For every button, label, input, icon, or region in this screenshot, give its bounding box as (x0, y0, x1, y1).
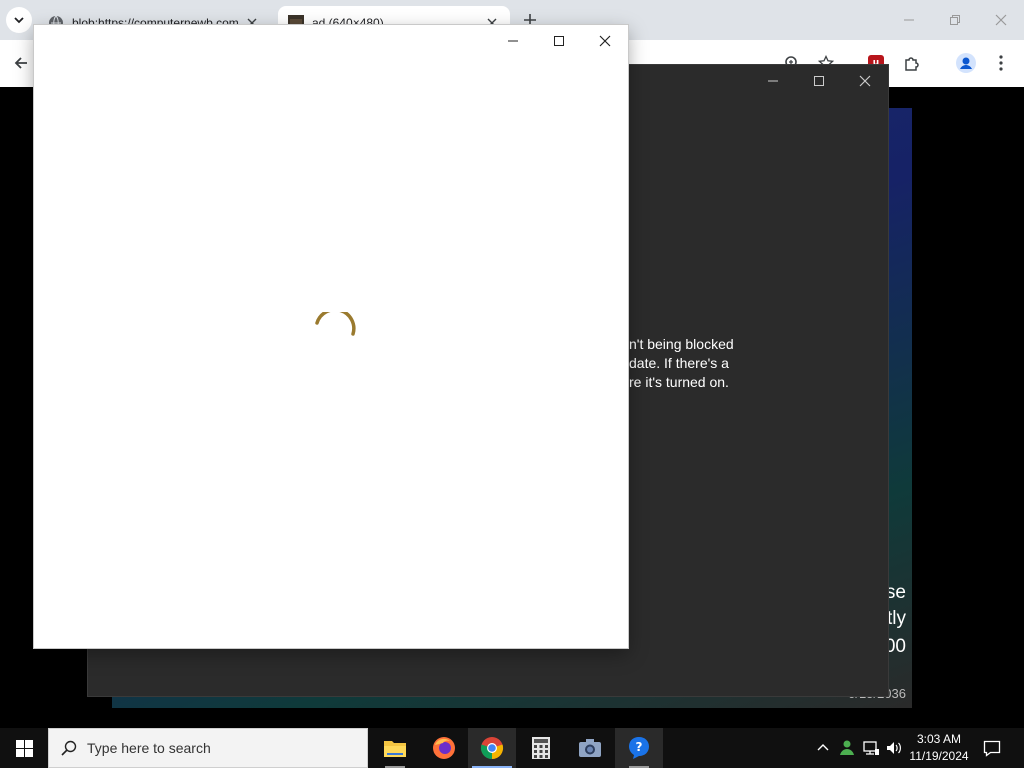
dialog-close-button[interactable] (842, 65, 888, 97)
clock-date: 11/19/2024 (909, 749, 969, 763)
people-sync-icon (840, 740, 854, 755)
dialog-message-line: n't being blocked (629, 336, 734, 352)
popup-maximize-button[interactable] (536, 25, 582, 57)
calculator-icon (532, 737, 550, 759)
windows-logo-icon (15, 739, 33, 757)
profile-button[interactable] (953, 50, 979, 76)
taskbar-search-box[interactable]: Type here to search (48, 728, 368, 768)
puzzle-icon (905, 57, 919, 71)
arrow-left-icon (14, 57, 27, 69)
dialog-minimize-button[interactable] (750, 65, 796, 97)
close-icon (599, 35, 611, 47)
camera-icon (579, 739, 601, 757)
popup-window (34, 25, 628, 648)
show-hidden-icons-button[interactable] (813, 738, 833, 758)
browser-restore-button[interactable] (932, 0, 978, 40)
browser-menu-button[interactable] (988, 50, 1014, 76)
browser-minimize-button[interactable] (886, 0, 932, 40)
tray-volume[interactable] (884, 738, 904, 758)
restore-icon (950, 15, 960, 25)
folder-icon (384, 741, 406, 757)
dialog-message-line: re it's turned on. (629, 374, 729, 390)
svg-text:?: ? (636, 740, 643, 754)
help-icon: ? (629, 737, 649, 759)
dialog-maximize-button[interactable] (796, 65, 842, 97)
firefox-icon (433, 737, 455, 759)
minimize-icon (508, 40, 518, 42)
taskbar-help-app[interactable]: ? (615, 728, 663, 768)
taskbar-camera[interactable] (566, 728, 614, 768)
chrome-icon (480, 737, 504, 760)
background-text: tly (887, 608, 906, 629)
back-button[interactable] (8, 50, 34, 76)
maximize-icon (814, 76, 824, 86)
chevron-up-icon (817, 744, 829, 751)
tab-search-menu[interactable] (6, 7, 32, 33)
network-icon (863, 741, 879, 755)
speaker-icon (887, 742, 901, 754)
clock-time: 3:03 AM (916, 732, 962, 746)
taskbar-clock[interactable]: 3:03 AM 11/19/2024 (904, 731, 974, 765)
kebab-menu-icon (999, 55, 1003, 71)
notification-icon (983, 740, 1001, 757)
browser-close-button[interactable] (978, 0, 1024, 40)
taskbar-firefox[interactable] (420, 728, 468, 768)
maximize-icon (554, 36, 564, 46)
taskbar-chrome[interactable] (468, 728, 516, 768)
minimize-icon (904, 19, 914, 21)
taskbar-file-explorer[interactable] (371, 728, 419, 768)
tray-network[interactable] (861, 738, 881, 758)
taskbar-calculator[interactable] (517, 728, 565, 768)
extensions-button[interactable] (899, 50, 925, 76)
search-placeholder: Type here to search (87, 740, 211, 756)
tray-user-sync[interactable] (837, 738, 857, 758)
close-icon (859, 75, 871, 87)
chevron-down-icon (14, 17, 24, 24)
loading-spinner-icon (315, 312, 356, 336)
magnifier-icon (61, 740, 77, 756)
minimize-icon (768, 80, 778, 82)
action-center-button[interactable] (976, 728, 1008, 768)
dialog-message: n't being blocked date. If there's a re … (629, 335, 734, 392)
taskbar: Type here to search ? 3:03 AM 11/19/2024 (0, 728, 1024, 768)
profile-avatar-icon (956, 53, 976, 73)
popup-close-button[interactable] (582, 25, 628, 57)
close-icon (995, 14, 1007, 26)
start-button[interactable] (0, 728, 48, 768)
popup-minimize-button[interactable] (490, 25, 536, 57)
dialog-message-line: date. If there's a (629, 355, 729, 371)
